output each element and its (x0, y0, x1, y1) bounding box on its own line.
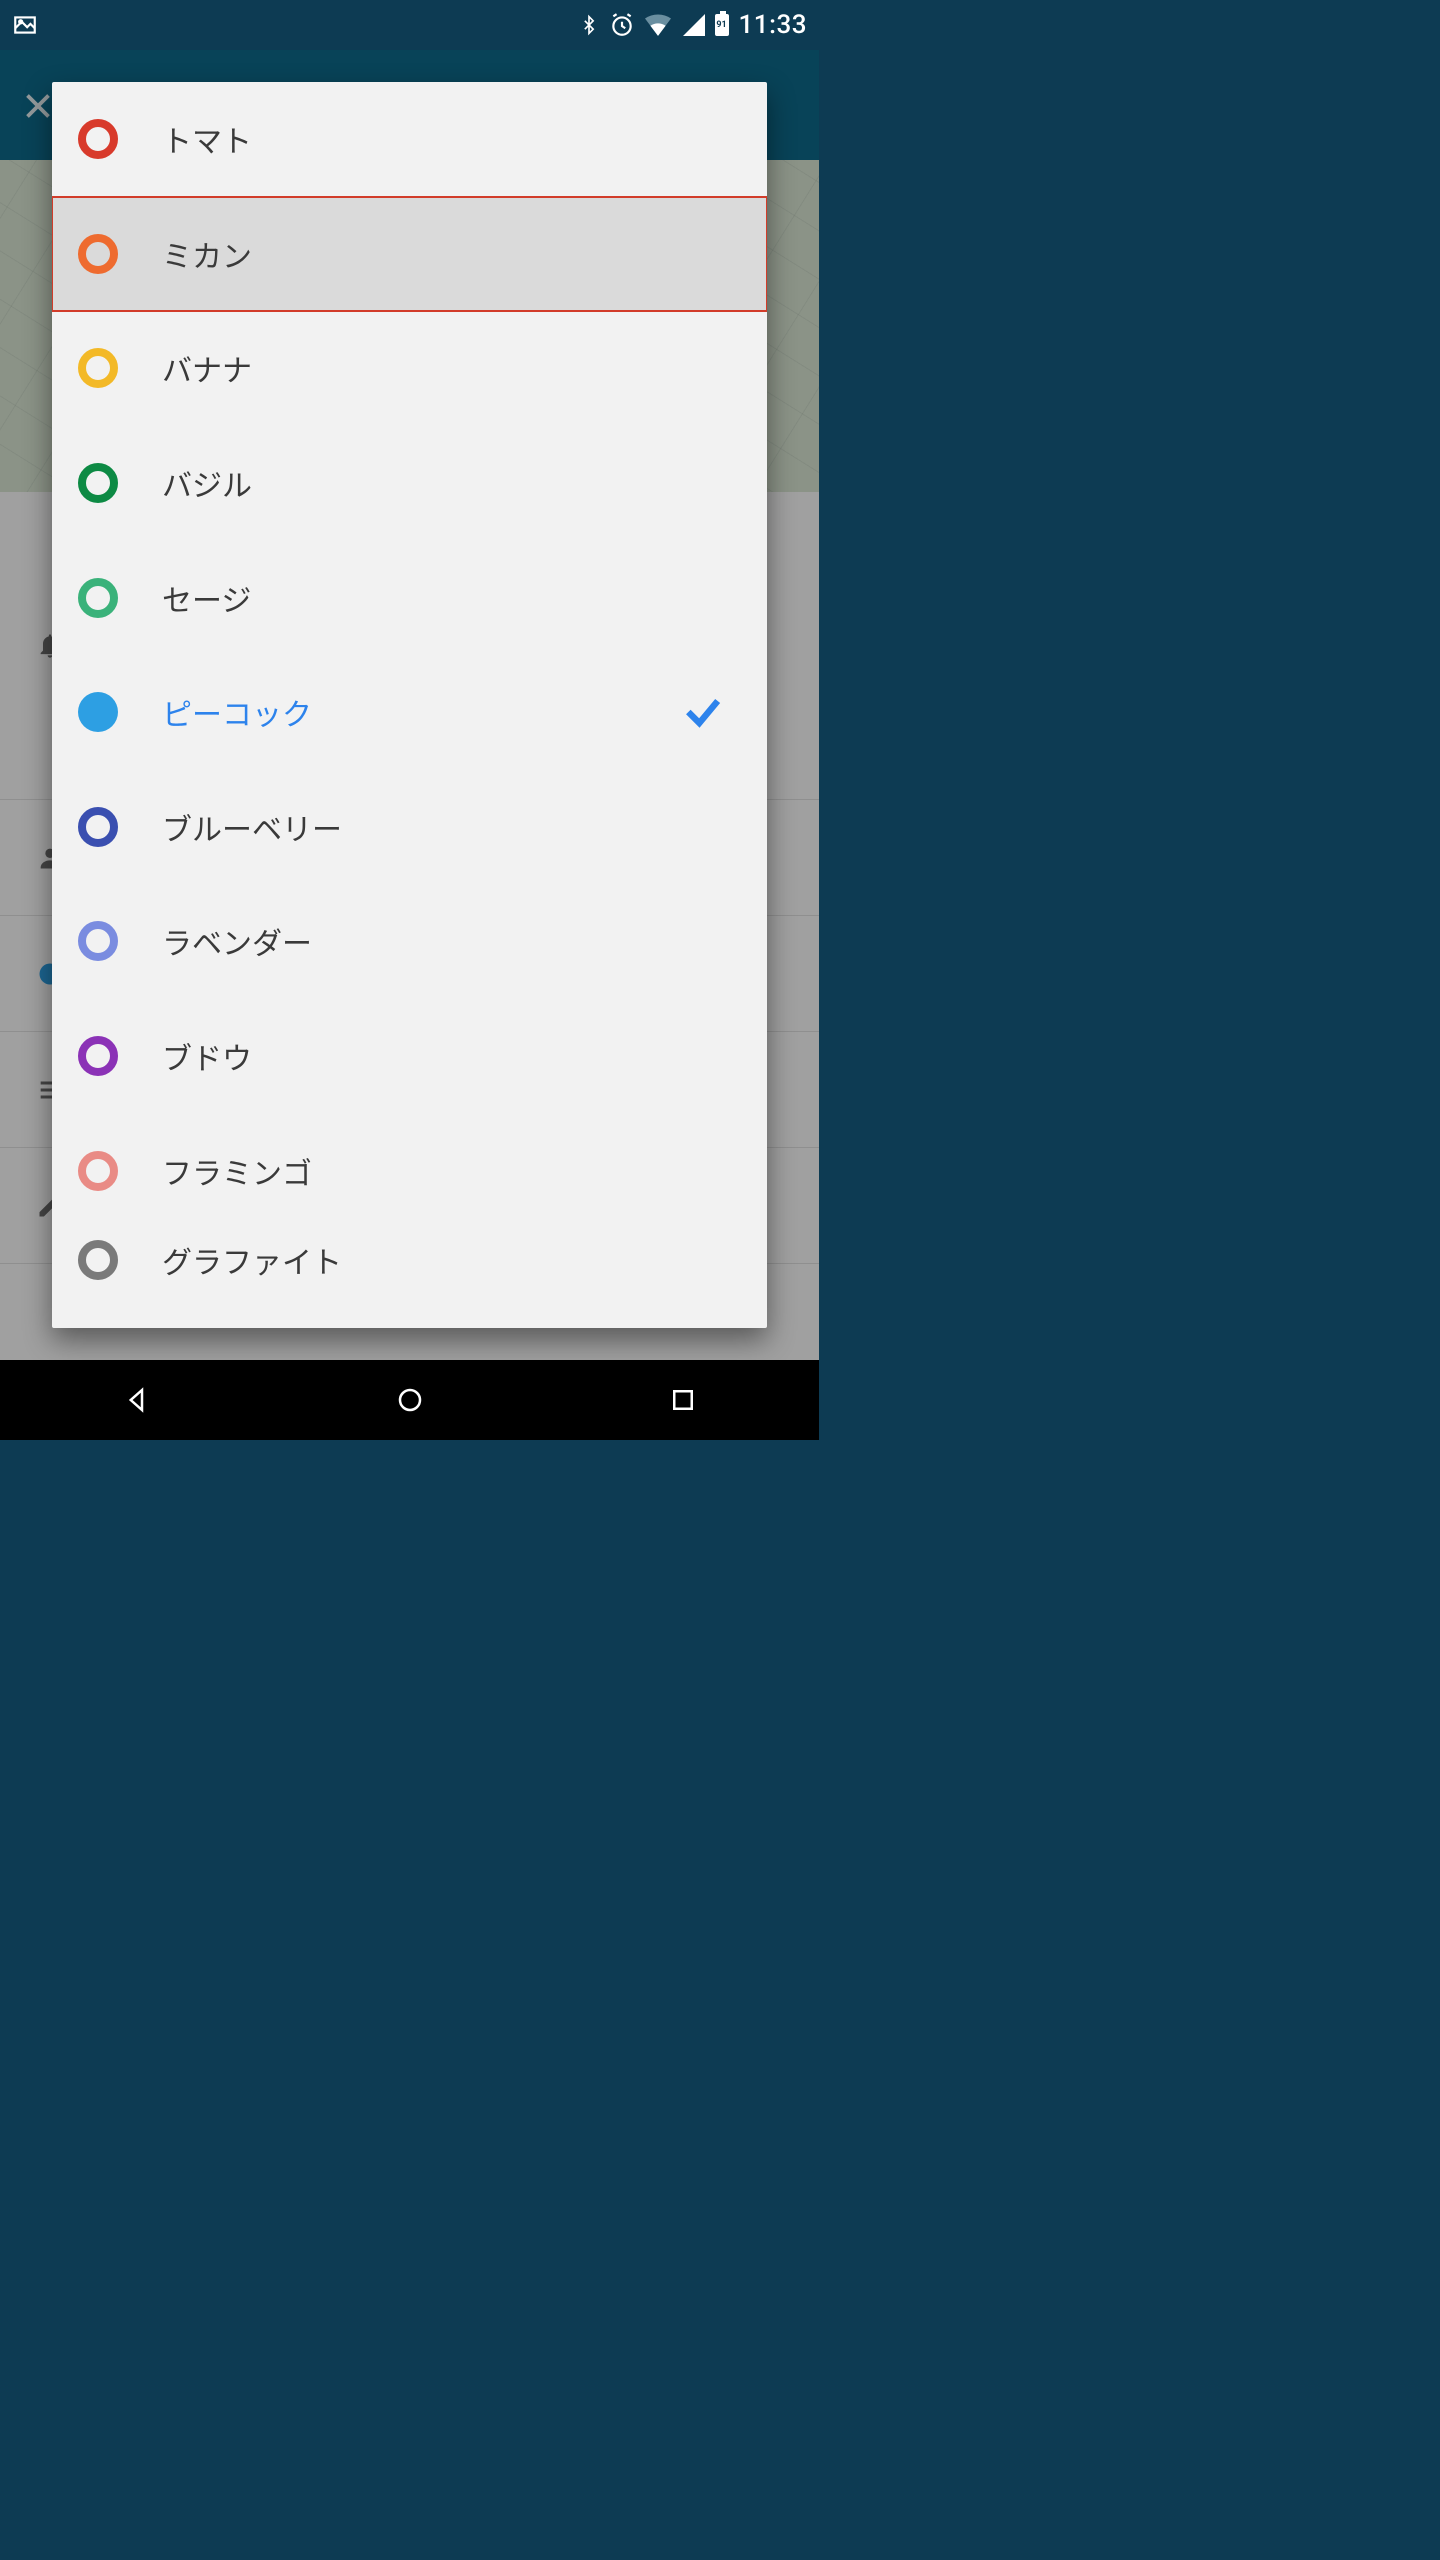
color-swatch-icon (78, 234, 118, 274)
color-option-sage[interactable]: セージ (52, 540, 767, 655)
color-option-label: ブドウ (162, 1034, 252, 1078)
color-option-label: グラファイト (162, 1238, 342, 1282)
color-option-label: ブルーベリー (162, 805, 342, 849)
color-swatch-icon (78, 1036, 118, 1076)
color-option-flamingo[interactable]: フラミンゴ (52, 1113, 767, 1228)
color-swatch-icon (78, 1240, 118, 1280)
bluetooth-icon (579, 12, 599, 38)
color-swatch-icon (78, 921, 118, 961)
color-option-label: ミカン (162, 232, 252, 276)
status-clock: 11:33 (739, 10, 807, 40)
color-option-peacock[interactable]: ピーコック (52, 655, 767, 770)
color-option-grape[interactable]: ブドウ (52, 999, 767, 1114)
color-option-graphite[interactable]: グラファイト (52, 1228, 767, 1292)
back-button[interactable] (113, 1376, 161, 1424)
color-option-label: トマト (162, 117, 252, 161)
color-swatch-icon (78, 1151, 118, 1191)
color-option-label: ピーコック (162, 690, 312, 734)
screenshot-icon (12, 12, 38, 38)
color-option-blueberry[interactable]: ブルーベリー (52, 770, 767, 885)
recents-button[interactable] (659, 1376, 707, 1424)
check-icon (681, 690, 725, 734)
color-swatch-icon (78, 578, 118, 618)
color-option-label: セージ (162, 576, 251, 620)
cell-signal-icon (681, 14, 705, 36)
battery-icon: 91 (715, 14, 729, 36)
wifi-icon (645, 14, 671, 36)
color-option-label: バナナ (162, 346, 252, 390)
color-swatch-icon (78, 807, 118, 847)
color-option-basil[interactable]: バジル (52, 426, 767, 541)
color-swatch-icon (78, 463, 118, 503)
color-option-label: バジル (162, 461, 252, 505)
color-swatch-icon (78, 348, 118, 388)
color-option-label: フラミンゴ (162, 1149, 312, 1193)
battery-level: 91 (717, 16, 727, 34)
color-option-label: ラベンダー (162, 919, 312, 963)
status-bar: 91 11:33 (0, 0, 819, 50)
alarm-icon (609, 12, 635, 38)
color-picker-dialog: トマトミカンバナナバジルセージピーコックブルーベリーラベンダーブドウフラミンゴグ… (52, 82, 767, 1328)
android-nav-bar (0, 1360, 819, 1440)
color-list: トマトミカンバナナバジルセージピーコックブルーベリーラベンダーブドウフラミンゴグ… (52, 82, 767, 1292)
color-option-lavender[interactable]: ラベンダー (52, 884, 767, 999)
color-option-tangerine[interactable]: ミカン (52, 197, 767, 312)
color-option-banana[interactable]: バナナ (52, 311, 767, 426)
color-swatch-icon (78, 692, 118, 732)
color-option-tomato[interactable]: トマト (52, 82, 767, 197)
color-swatch-icon (78, 119, 118, 159)
home-button[interactable] (386, 1376, 434, 1424)
